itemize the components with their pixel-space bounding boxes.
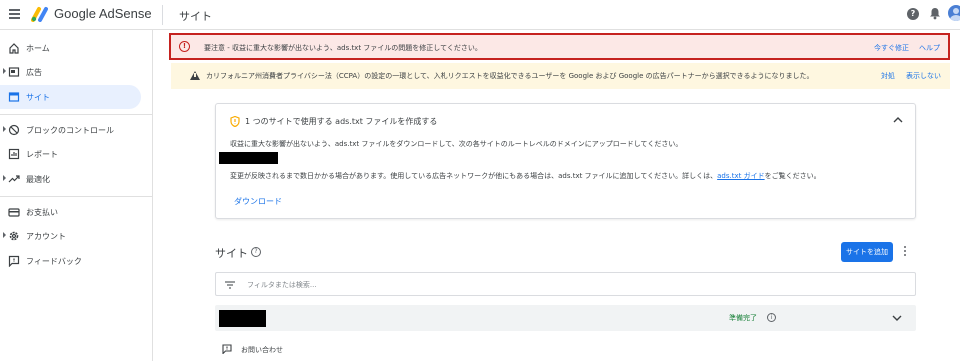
expand-arrow-icon bbox=[3, 68, 6, 74]
alert-message: 要注意 - 収益に重大な影響が出ないよう、ads.txt ファイルの問題を修正し… bbox=[204, 44, 482, 52]
gear-icon bbox=[9, 231, 19, 241]
sidebar-item-label: 最適化 bbox=[26, 175, 50, 184]
brand-name: Google AdSense bbox=[54, 6, 152, 21]
ads-icon bbox=[8, 67, 20, 77]
filter-icon bbox=[225, 281, 235, 289]
help-icon[interactable]: ? bbox=[907, 8, 919, 20]
home-icon bbox=[9, 43, 19, 54]
ads-txt-error-alert: ! 要注意 - 収益に重大な影響が出ないよう、ads.txt ファイルの問題を修… bbox=[169, 33, 950, 60]
sidebar-item-reports[interactable]: レポート bbox=[0, 142, 141, 166]
sidebar-item-optimization[interactable]: 最適化 bbox=[0, 167, 141, 191]
site-status: 準備完了 bbox=[729, 314, 757, 322]
card-description: 収益に重大な影響が出ないよう、ads.txt ファイルをダウンロードして、次の各… bbox=[230, 140, 683, 148]
help-link[interactable]: ヘルプ bbox=[919, 43, 940, 53]
account-avatar[interactable] bbox=[948, 5, 960, 21]
redacted-site-name bbox=[219, 152, 278, 164]
more-options-icon[interactable] bbox=[901, 246, 909, 258]
expand-arrow-icon bbox=[3, 175, 6, 181]
sidebar-divider bbox=[0, 114, 153, 115]
trending-icon bbox=[8, 175, 20, 183]
sidebar-item-label: ブロックのコントロール bbox=[26, 126, 114, 135]
notifications-icon[interactable] bbox=[929, 7, 941, 20]
sites-section-title: サイト bbox=[215, 247, 248, 260]
note-text-suffix: をご覧ください。 bbox=[764, 172, 821, 180]
page-title: サイト bbox=[179, 10, 212, 23]
alert-message: カリフォルニア州消費者プライバシー法（CCPA）の設定の一環として、入札リクエス… bbox=[206, 72, 814, 80]
card-note: 変更が反映されるまで数日かかる場合があります。使用している広告ネットワークが他に… bbox=[230, 171, 821, 181]
report-icon bbox=[8, 148, 20, 160]
sidebar-item-label: フィードバック bbox=[26, 257, 82, 266]
top-app-bar: Google AdSense サイト ? bbox=[0, 0, 960, 30]
download-button[interactable]: ダウンロード bbox=[234, 196, 282, 207]
expand-arrow-icon bbox=[3, 232, 6, 238]
fix-now-link[interactable]: 今すぐ修正 bbox=[874, 43, 909, 53]
sidebar-item-account[interactable]: アカウント bbox=[0, 224, 141, 248]
site-row[interactable]: 準備完了 i bbox=[215, 305, 916, 331]
note-text: 変更が反映されるまで数日かかる場合があります。使用している広告ネットワークが他に… bbox=[230, 172, 718, 180]
expand-arrow-icon bbox=[3, 126, 6, 132]
header-divider bbox=[162, 5, 163, 25]
contact-label: お問い合わせ bbox=[241, 346, 283, 354]
payments-icon bbox=[8, 208, 20, 217]
sidebar-item-label: レポート bbox=[26, 150, 58, 159]
sidebar-item-label: お支払い bbox=[26, 208, 58, 217]
feedback-icon bbox=[8, 255, 20, 267]
chevron-up-icon[interactable] bbox=[893, 116, 903, 124]
sidebar-item-label: アカウント bbox=[26, 232, 66, 241]
redacted-site-domain bbox=[219, 310, 266, 327]
sidebar: ホーム 広告 サイト ブロックのコントロール レポート 最適化 お支払い アカウ… bbox=[0, 30, 153, 361]
card-title: 1 つのサイトで使用する ads.txt ファイルを作成する bbox=[245, 117, 438, 126]
sidebar-item-label: サイト bbox=[26, 93, 50, 102]
warning-icon bbox=[190, 71, 200, 80]
ads-txt-card: 1 つのサイトで使用する ads.txt ファイルを作成する 収益に重大な影響が… bbox=[215, 103, 916, 219]
help-icon[interactable]: ? bbox=[251, 247, 261, 257]
add-site-button[interactable]: サイトを追加 bbox=[841, 242, 893, 262]
error-icon: ! bbox=[179, 41, 190, 52]
feedback-icon bbox=[222, 344, 232, 354]
adsense-logo-icon bbox=[31, 7, 48, 22]
sidebar-item-label: 広告 bbox=[26, 68, 42, 77]
sidebar-item-payments[interactable]: お支払い bbox=[0, 200, 141, 224]
sidebar-item-blocking-controls[interactable]: ブロックのコントロール bbox=[0, 118, 141, 142]
ccpa-warning-alert: カリフォルニア州消費者プライバシー法（CCPA）の設定の一環として、入札リクエス… bbox=[171, 63, 950, 89]
sidebar-item-feedback[interactable]: フィードバック bbox=[0, 249, 141, 273]
sites-icon bbox=[8, 92, 20, 102]
chevron-down-icon[interactable] bbox=[892, 314, 902, 322]
block-icon bbox=[8, 124, 20, 136]
sidebar-item-ads[interactable]: 広告 bbox=[0, 60, 141, 84]
ads-txt-guide-link[interactable]: ads.txt ガイド bbox=[717, 172, 764, 180]
menu-icon[interactable] bbox=[9, 9, 20, 19]
filter-search-input[interactable] bbox=[247, 278, 847, 291]
sidebar-item-label: ホーム bbox=[26, 44, 50, 53]
filter-bar bbox=[215, 272, 916, 296]
sidebar-divider bbox=[0, 196, 153, 197]
sidebar-item-home[interactable]: ホーム bbox=[0, 36, 141, 60]
sidebar-item-sites[interactable]: サイト bbox=[0, 85, 141, 109]
dismiss-link[interactable]: 表示しない bbox=[906, 71, 941, 81]
info-icon[interactable]: i bbox=[767, 313, 776, 322]
take-action-link[interactable]: 対処 bbox=[881, 71, 895, 81]
shield-warning-icon bbox=[230, 116, 240, 127]
